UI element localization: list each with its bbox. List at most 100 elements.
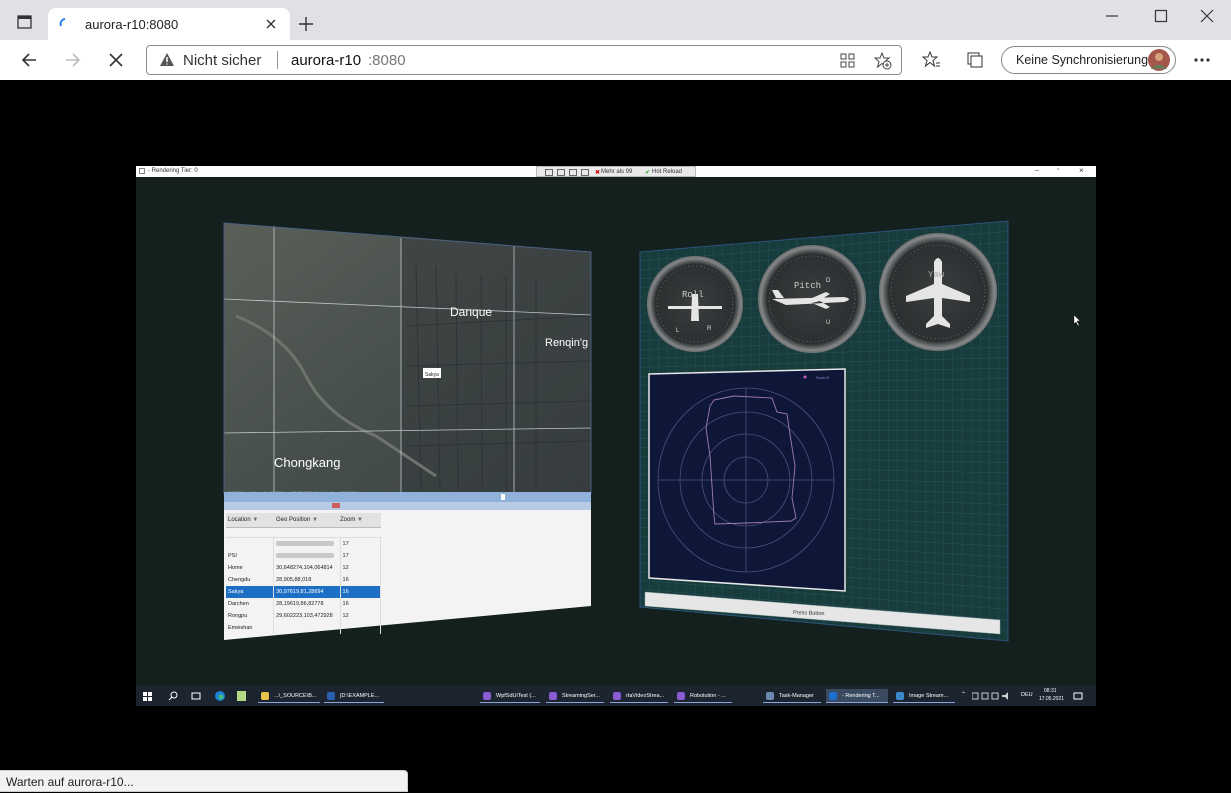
table-cell-location: Emeishan — [226, 622, 274, 634]
yaw-label: Yaw — [928, 270, 945, 280]
close-tab-icon[interactable] — [265, 18, 277, 30]
table-row[interactable]: Sakya30,97619,81,2869416 — [226, 586, 381, 598]
column-header-location-label: Location — [228, 517, 251, 523]
table-cell-location: Rongpu — [226, 610, 274, 622]
forward-icon[interactable] — [64, 51, 82, 69]
tray-chevron-icon[interactable]: ⌃ — [961, 691, 966, 698]
taskbar-date[interactable]: 17.05.2021 — [1039, 696, 1064, 702]
stop-loading-icon[interactable] — [108, 52, 124, 68]
yaw-gauge: Yaw — [880, 234, 996, 350]
windows-taskbar: ...\_SOURCE\B... [D:\EXAMPLE... WpfSdUiTes… — [136, 686, 1096, 706]
taskbar-app-item[interactable]: Robolution - ... — [674, 689, 732, 703]
table-cell-geo: 30,97619,81,28694 — [274, 586, 340, 598]
map-label-chongkang: Chongkang — [274, 455, 341, 470]
table-row[interactable]: Rongpu29,602223,103,47292812 — [226, 610, 381, 622]
app-icon — [327, 692, 335, 700]
task-view-icon[interactable] — [191, 691, 201, 701]
roll-label: Roll — [682, 290, 704, 300]
close-window-icon[interactable] — [1200, 9, 1214, 23]
notifications-icon[interactable] — [1073, 691, 1083, 701]
taskbar-app-item[interactable]: Task-Manager — [763, 689, 821, 703]
table-cell-location: Sakya — [226, 586, 274, 598]
tray-icons[interactable] — [972, 692, 1012, 700]
taskbar-app-item[interactable]: - Rendering T... — [826, 689, 888, 703]
sync-label: Keine Synchronisierung — [1016, 53, 1148, 67]
table-row[interactable]: Chengdu28,905,88,01816 — [226, 574, 381, 586]
edge-icon[interactable] — [214, 690, 226, 702]
collections-icon[interactable] — [966, 51, 984, 69]
taskbar-app-label: StreamingSer... — [562, 693, 600, 699]
minimize-icon[interactable] — [1105, 9, 1119, 23]
status-bubble: Warten auf aurora-r10... — [0, 770, 408, 792]
tab-title: aurora-r10:8080 — [85, 17, 178, 32]
taskbar-app-item[interactable]: WpfSdUiTest (... — [480, 689, 540, 703]
table-row[interactable]: Home30,648274,104,06481412 — [226, 562, 381, 574]
column-header-zoom[interactable]: Zoom ▼ — [338, 513, 380, 527]
filter-icon[interactable]: ▼ — [357, 517, 363, 523]
address-bar[interactable]: Nicht sicher aurora-r10 :8080 — [146, 45, 902, 75]
table-cell-geo — [274, 622, 340, 634]
back-icon[interactable] — [20, 51, 38, 69]
favorites-icon[interactable] — [922, 51, 940, 69]
polar-legend-label: Scan B — [816, 375, 829, 380]
taskbar-app-item[interactable]: StreamingSer... — [546, 689, 604, 703]
map-slider-thumb[interactable] — [332, 503, 340, 508]
polar-legend-marker — [804, 376, 807, 379]
taskbar-app-item[interactable]: Image Stream... — [893, 689, 955, 703]
table-cell-geo: 28,905,88,018 — [274, 574, 340, 586]
map-zoom-thumb[interactable] — [501, 494, 505, 500]
table-cell-location: Darchen — [226, 598, 274, 610]
table-cell-location: PSI — [226, 550, 274, 562]
search-icon[interactable] — [168, 691, 178, 701]
maximize-icon[interactable] — [1154, 9, 1168, 23]
taskbar-language[interactable]: DEU — [1021, 692, 1033, 698]
table-cell-location: Chengdu — [226, 574, 274, 586]
app-icon — [677, 692, 685, 700]
more-menu-icon[interactable] — [1193, 57, 1211, 63]
table-row[interactable]: PSI17 — [226, 550, 381, 562]
table-cell-geo: 30,648274,104,064814 — [274, 562, 340, 574]
roll-gauge: Roll L R — [648, 257, 742, 351]
taskbar-app-item[interactable]: rtaVideoStrea... — [610, 689, 668, 703]
streamed-app-window[interactable]: - Rendering Tier: 0 ✖ Mehr als 99 ✔ Hot … — [136, 166, 1096, 706]
taskbar-app-label: - Rendering T... — [842, 693, 880, 699]
taskbar-app-label: ...\_SOURCE\B... — [274, 693, 316, 699]
table-cell-zoom: 16 — [340, 586, 380, 598]
table-filter-row[interactable] — [226, 528, 381, 538]
map-zoom-slider[interactable] — [224, 492, 591, 502]
tab-actions-icon[interactable] — [17, 14, 33, 30]
column-header-location[interactable]: Location ▼ — [226, 513, 274, 527]
column-header-geo[interactable]: Geo Position ▼ — [274, 513, 338, 527]
location-table[interactable]: Location ▼ Geo Position ▼ Zoom ▼ 17PSI17… — [226, 513, 381, 634]
app-icon — [829, 692, 837, 700]
redacted-value — [276, 553, 334, 558]
table-row[interactable]: 17 — [226, 538, 381, 550]
column-header-geo-label: Geo Position — [276, 517, 310, 523]
map-scroll-track[interactable] — [224, 502, 591, 510]
app-available-icon[interactable] — [840, 53, 855, 68]
filter-icon[interactable]: ▼ — [252, 517, 258, 523]
table-cell-zoom — [340, 622, 380, 634]
table-cell-zoom: 17 — [340, 538, 380, 550]
app-icon — [896, 692, 904, 700]
filter-icon[interactable]: ▼ — [312, 517, 318, 523]
sync-profile-button[interactable]: Keine Synchronisierung — [1001, 46, 1176, 74]
url-port: :8080 — [368, 52, 406, 69]
taskbar-app-item[interactable]: ...\_SOURCE\B... — [258, 689, 320, 703]
table-row[interactable]: Emeishan — [226, 622, 381, 634]
add-favorite-icon[interactable] — [874, 52, 892, 70]
taskbar-time[interactable]: 08:31 — [1044, 688, 1057, 694]
notepad-icon[interactable] — [236, 690, 247, 702]
map-label-renqing: Renqin'g — [545, 337, 588, 349]
column-header-zoom-label: Zoom — [340, 517, 355, 523]
taskbar-app-item[interactable]: [D:\EXAMPLE... — [324, 689, 384, 703]
table-cell-geo: 28,19619,86,82778 — [274, 598, 340, 610]
table-cell-zoom: 12 — [340, 562, 380, 574]
new-tab-icon[interactable] — [298, 16, 314, 32]
windows-start-icon[interactable] — [143, 692, 152, 701]
security-label[interactable]: Nicht sicher — [183, 52, 261, 69]
table-cell-location: Home — [226, 562, 274, 574]
table-cell-geo — [274, 538, 340, 550]
table-row[interactable]: Darchen28,19619,86,8277816 — [226, 598, 381, 610]
table-cell-geo: 29,602223,103,472928 — [274, 610, 340, 622]
